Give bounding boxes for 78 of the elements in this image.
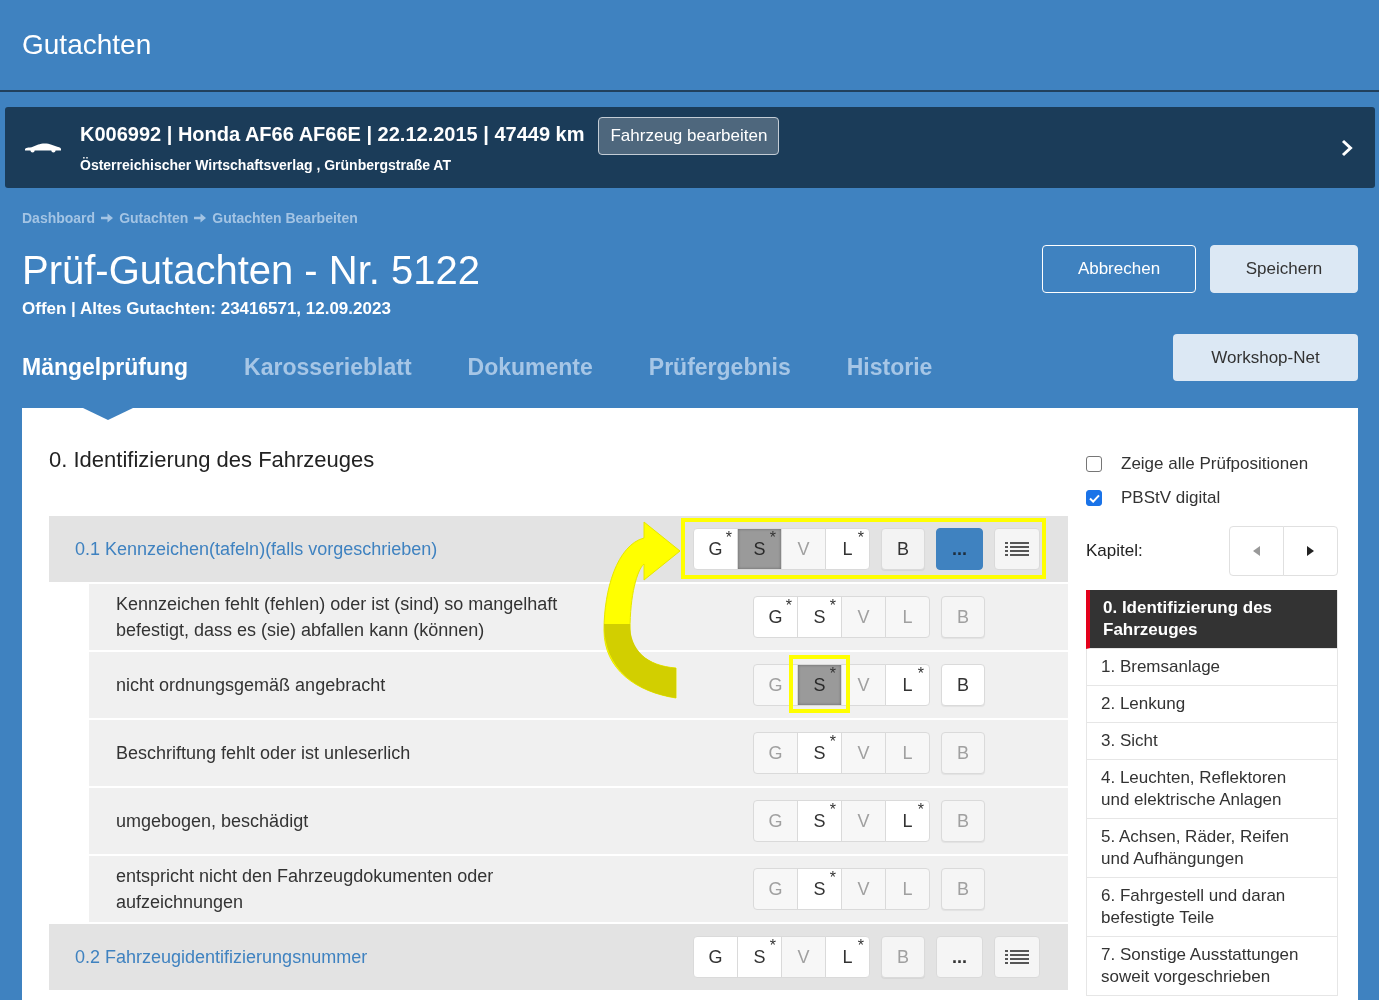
section-link[interactable]: 0.2 Fahrzeugidentifizierungsnummer <box>75 945 368 969</box>
defect-text: nicht ordnungsgemäß angebracht <box>116 674 386 697</box>
rating-button[interactable]: V <box>781 528 826 570</box>
rating-button[interactable]: G <box>753 732 798 774</box>
arrow-right-icon <box>101 213 114 223</box>
rating-button[interactable]: L * <box>885 800 930 842</box>
rating-button[interactable]: G * <box>693 528 738 570</box>
save-button[interactable]: Speichern <box>1210 245 1358 293</box>
tab[interactable]: Mängelprüfung <box>22 348 189 386</box>
rating-button[interactable]: G <box>693 936 738 978</box>
triangle-left-icon <box>1253 546 1260 556</box>
list-button[interactable] <box>994 528 1040 570</box>
rating-button[interactable]: L <box>885 596 930 638</box>
rating-button[interactable]: S * <box>737 936 782 978</box>
rating-button[interactable]: S * <box>797 800 842 842</box>
list-icon <box>1005 542 1029 556</box>
rating-button[interactable]: L * <box>885 664 930 706</box>
defect-text: umgebogen, beschädigt <box>116 810 309 833</box>
app-title: Gutachten <box>22 29 152 61</box>
checkbox-label: Zeige alle Prüfpositionen <box>1121 454 1309 474</box>
section-heading: 0. Identifizierung des Fahrzeuges <box>49 447 375 473</box>
defect-text: Kennzeichen fehlt (fehlen) oder ist (sind) so mangelhaft befestigt, dass es (sie) abfallen kann (können) <box>116 593 559 642</box>
b-rating-button[interactable]: B <box>941 732 985 774</box>
rating-button[interactable]: G * <box>753 596 798 638</box>
b-rating-button[interactable]: B <box>881 936 925 978</box>
cancel-button[interactable]: Abbrechen <box>1042 245 1196 293</box>
chapter-label: Kapitel: <box>1086 541 1143 561</box>
rating-button[interactable]: G <box>753 800 798 842</box>
b-rating-button[interactable]: B <box>941 596 985 638</box>
defect-text: entspricht nicht den Fahrzeugdokumenten oder aufzeichnungen <box>116 865 495 914</box>
triangle-right-icon <box>1307 546 1314 556</box>
tab[interactable]: Karosserieblatt <box>244 348 412 386</box>
arrow-right-icon <box>194 213 207 223</box>
rating-button[interactable]: G <box>753 868 798 910</box>
checkbox-label: PBStV digital <box>1121 488 1221 508</box>
breadcrumb-link[interactable]: Gutachten <box>119 210 189 226</box>
list-icon <box>1005 950 1029 964</box>
section-link[interactable]: 0.1 Kennzeichen(tafeln)(falls vorgeschrieben) <box>75 537 438 561</box>
tab[interactable]: Historie <box>846 348 933 386</box>
more-button[interactable]: ... <box>936 528 983 570</box>
rating-button[interactable]: V <box>841 868 886 910</box>
more-button[interactable]: ... <box>936 936 983 978</box>
edit-vehicle-button[interactable]: Fahrzeug bearbeiten <box>598 117 780 155</box>
rating-button[interactable]: S * <box>737 528 782 570</box>
rating-button[interactable]: V <box>781 936 826 978</box>
car-icon <box>24 142 62 153</box>
rating-button[interactable]: V <box>841 800 886 842</box>
chapter-item[interactable]: 0. Identifizierung des Fahrzeuges <box>1086 590 1337 649</box>
vehicle-owner: Österreichischer Wirtschaftsverlag , Grünbergstraße AT <box>80 155 452 174</box>
rating-button[interactable]: L <box>885 868 930 910</box>
checkmark-icon <box>1088 493 1100 503</box>
checkbox[interactable] <box>1086 490 1102 506</box>
b-rating-button[interactable]: B <box>881 528 925 570</box>
rating-button[interactable]: S * <box>797 868 842 910</box>
rating-button[interactable]: V <box>841 732 886 774</box>
b-rating-button[interactable]: B <box>941 800 985 842</box>
rating-button[interactable]: S * <box>797 664 842 706</box>
page-subtitle: Offen | Altes Gutachten: 23416571, 12.09.2023 <box>22 298 392 320</box>
breadcrumb-link[interactable]: Dashboard <box>22 210 96 226</box>
chevron-right-icon[interactable] <box>1341 138 1353 157</box>
vehicle-summary: K006992 | Honda AF66 AF66E | 22.12.2015 | 47449 km <box>80 121 585 146</box>
rating-button[interactable]: S * <box>797 596 842 638</box>
b-rating-button[interactable]: B <box>941 868 985 910</box>
b-rating-button[interactable]: B <box>941 664 985 706</box>
tab[interactable]: Prüfergebnis <box>648 348 791 386</box>
rating-button[interactable]: L * <box>825 528 870 570</box>
tab[interactable]: Dokumente <box>467 348 593 386</box>
rating-button[interactable]: V <box>841 596 886 638</box>
tab-pointer-icon <box>83 408 134 420</box>
rating-button[interactable]: S * <box>797 732 842 774</box>
workshop-net-button[interactable]: Workshop-Net <box>1173 334 1358 381</box>
list-button[interactable] <box>994 936 1040 978</box>
rating-button[interactable]: L <box>885 732 930 774</box>
rating-button[interactable]: L * <box>825 936 870 978</box>
breadcrumb-link[interactable]: Gutachten Bearbeiten <box>212 210 358 226</box>
defect-text: Beschriftung fehlt oder ist unleserlich <box>116 742 411 765</box>
page-title: Prüf-Gutachten - Nr. 5122 <box>22 248 480 292</box>
checkbox[interactable] <box>1086 456 1102 472</box>
